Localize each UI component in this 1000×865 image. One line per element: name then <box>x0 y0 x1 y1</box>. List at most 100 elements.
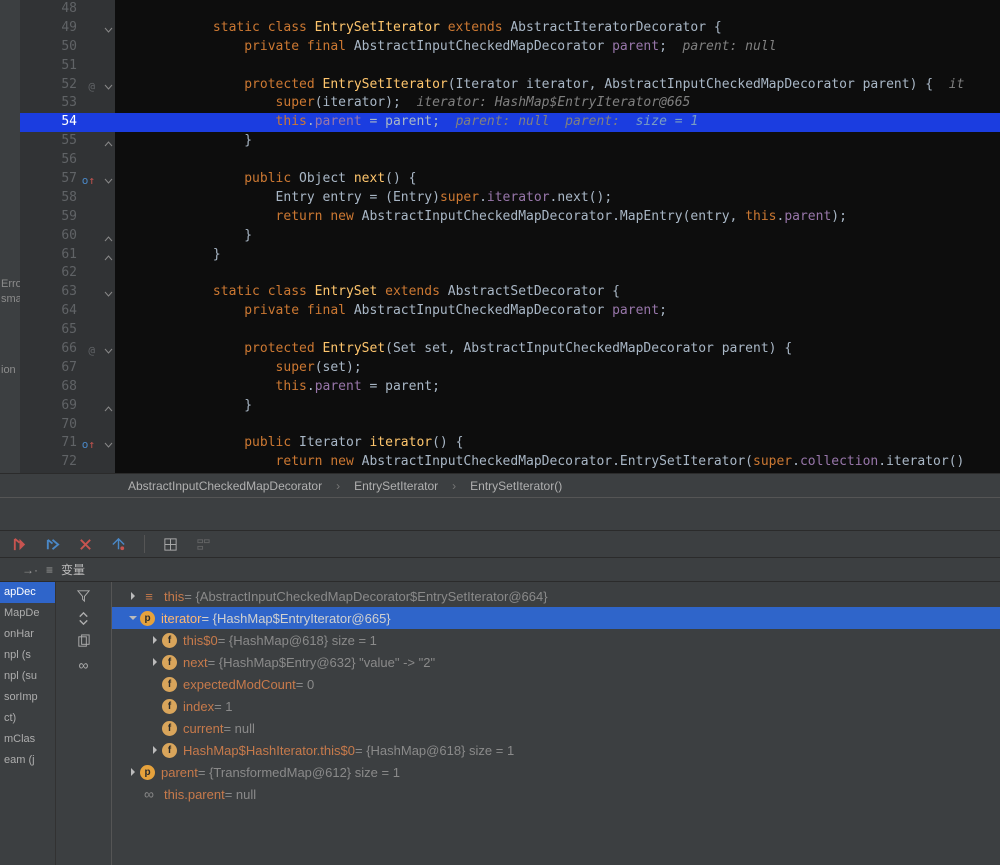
variable-row[interactable]: fnext = {HashMap$Entry@632} "value" -> "… <box>112 651 1000 673</box>
breadcrumb[interactable]: AbstractInputCheckedMapDecorator › Entry… <box>0 473 1000 497</box>
code-area[interactable]: static class EntrySetIterator extends Ab… <box>115 0 1000 473</box>
crumb-item[interactable]: EntrySetIterator <box>354 479 438 493</box>
code-line[interactable]: } <box>115 246 1000 265</box>
line-number-gutter[interactable]: 4849505152@5354555657o↑58596061626364656… <box>20 0 115 473</box>
code-line[interactable]: protected EntrySet(Set set, AbstractInpu… <box>115 340 1000 359</box>
variable-row[interactable]: fHashMap$HashIterator.this$0 = {HashMap@… <box>112 739 1000 761</box>
code-line[interactable]: super(set); <box>115 359 1000 378</box>
fold-up-icon[interactable] <box>104 401 113 410</box>
code-line[interactable]: public Iterator iterator() { <box>115 434 1000 453</box>
view-breakpoints-icon[interactable] <box>111 537 126 552</box>
chevron-right-icon[interactable] <box>126 589 140 603</box>
collapse-icon[interactable] <box>76 611 91 626</box>
variable-row[interactable]: findex = 1 <box>112 695 1000 717</box>
fold-down-icon[interactable] <box>104 287 113 296</box>
stop-icon[interactable] <box>78 537 93 552</box>
pane-separator[interactable] <box>0 497 1000 531</box>
code-line[interactable] <box>115 151 1000 170</box>
line-number[interactable]: 50 <box>20 38 115 57</box>
frame-tab[interactable]: onHar <box>0 624 55 645</box>
frame-tab[interactable]: MapDe <box>0 603 55 624</box>
code-line[interactable] <box>115 57 1000 76</box>
copy-icon[interactable] <box>76 634 91 649</box>
line-number[interactable]: 64 <box>20 302 115 321</box>
line-number[interactable]: 66@ <box>20 340 115 359</box>
line-number[interactable]: 60 <box>20 227 115 246</box>
line-number[interactable]: 48 <box>20 0 115 19</box>
line-number[interactable]: 57o↑ <box>20 170 115 189</box>
line-number[interactable]: 61 <box>20 246 115 265</box>
code-line[interactable]: super(iterator); iterator: HashMap$Entry… <box>115 94 1000 113</box>
line-number[interactable]: 68 <box>20 378 115 397</box>
fold-up-icon[interactable] <box>104 136 113 145</box>
line-number[interactable]: 53 <box>20 94 115 113</box>
variable-row[interactable]: ≡this = {AbstractInputCheckedMapDecorato… <box>112 585 1000 607</box>
frames-tab-strip[interactable]: apDecMapDeonHarnpl (snpl (susorImpct)mCl… <box>0 582 56 865</box>
chevron-down-icon[interactable] <box>126 611 140 625</box>
code-line[interactable] <box>115 416 1000 435</box>
line-number[interactable]: 52@ <box>20 76 115 95</box>
code-line[interactable]: private final AbstractInputCheckedMapDec… <box>115 38 1000 57</box>
variable-row[interactable]: ∞this.parent = null <box>112 783 1000 805</box>
line-number[interactable]: 72 <box>20 453 115 472</box>
line-number[interactable]: 49 <box>20 19 115 38</box>
variables-tree[interactable]: ≡this = {AbstractInputCheckedMapDecorato… <box>112 582 1000 865</box>
code-line[interactable] <box>115 0 1000 19</box>
line-number[interactable]: 63 <box>20 283 115 302</box>
code-line[interactable] <box>115 264 1000 283</box>
line-number[interactable]: 62 <box>20 264 115 283</box>
line-number[interactable]: 67 <box>20 359 115 378</box>
frame-tab[interactable]: sorImp <box>0 687 55 708</box>
variable-row[interactable]: fthis$0 = {HashMap@618} size = 1 <box>112 629 1000 651</box>
code-line[interactable]: return new AbstractInputCheckedMapDecora… <box>115 208 1000 227</box>
code-line[interactable]: } <box>115 397 1000 416</box>
chevron-right-icon[interactable] <box>148 743 162 757</box>
filter-icon[interactable] <box>76 588 91 603</box>
variable-row[interactable]: pparent = {TransformedMap@612} size = 1 <box>112 761 1000 783</box>
variable-row[interactable]: piterator = {HashMap$EntryIterator@665} <box>112 607 1000 629</box>
code-line[interactable]: } <box>115 132 1000 151</box>
layout-icon[interactable] <box>163 537 178 552</box>
code-line[interactable]: static class EntrySet extends AbstractSe… <box>115 283 1000 302</box>
fold-down-icon[interactable] <box>104 344 113 353</box>
code-line[interactable]: } <box>115 227 1000 246</box>
code-line[interactable]: public Object next() { <box>115 170 1000 189</box>
list-icon[interactable]: ≡ <box>46 563 53 577</box>
variable-row[interactable]: fexpectedModCount = 0 <box>112 673 1000 695</box>
line-number[interactable]: 71o↑ <box>20 434 115 453</box>
infinite-icon[interactable]: ∞ <box>76 657 91 672</box>
code-line[interactable] <box>115 321 1000 340</box>
code-line[interactable]: protected EntrySetIterator(Iterator iter… <box>115 76 1000 95</box>
crumb-item[interactable]: AbstractInputCheckedMapDecorator <box>128 479 322 493</box>
code-line[interactable]: return new AbstractInputCheckedMapDecora… <box>115 453 1000 472</box>
line-number[interactable]: 70 <box>20 416 115 435</box>
fold-down-icon[interactable] <box>104 174 113 183</box>
fold-down-icon[interactable] <box>104 23 113 32</box>
code-line[interactable]: private final AbstractInputCheckedMapDec… <box>115 302 1000 321</box>
chevron-right-icon[interactable] <box>148 655 162 669</box>
variable-row[interactable]: fcurrent = null <box>112 717 1000 739</box>
chevron-right-icon[interactable] <box>148 633 162 647</box>
line-number[interactable]: 56 <box>20 151 115 170</box>
frame-tab[interactable]: npl (s <box>0 645 55 666</box>
line-number[interactable]: 58 <box>20 189 115 208</box>
code-line[interactable]: this.parent = parent; parent: null paren… <box>115 113 1000 132</box>
chevron-right-icon[interactable] <box>126 765 140 779</box>
frame-tab[interactable]: eam (j <box>0 750 55 771</box>
fold-up-icon[interactable] <box>104 231 113 240</box>
settings-icon[interactable] <box>196 537 211 552</box>
code-line[interactable]: this.parent = parent; <box>115 378 1000 397</box>
frame-tab[interactable]: ct) <box>0 708 55 729</box>
rerun-icon[interactable] <box>12 537 27 552</box>
frame-tab[interactable]: npl (su <box>0 666 55 687</box>
fold-down-icon[interactable] <box>104 438 113 447</box>
back-icon[interactable]: →· <box>22 563 38 577</box>
line-number[interactable]: 51 <box>20 57 115 76</box>
step-over-icon[interactable] <box>45 537 60 552</box>
line-number[interactable]: 69 <box>20 397 115 416</box>
line-number[interactable]: 65 <box>20 321 115 340</box>
fold-up-icon[interactable] <box>104 250 113 259</box>
line-number[interactable]: 54 <box>20 113 115 132</box>
frame-tab[interactable]: apDec <box>0 582 55 603</box>
fold-down-icon[interactable] <box>104 80 113 89</box>
